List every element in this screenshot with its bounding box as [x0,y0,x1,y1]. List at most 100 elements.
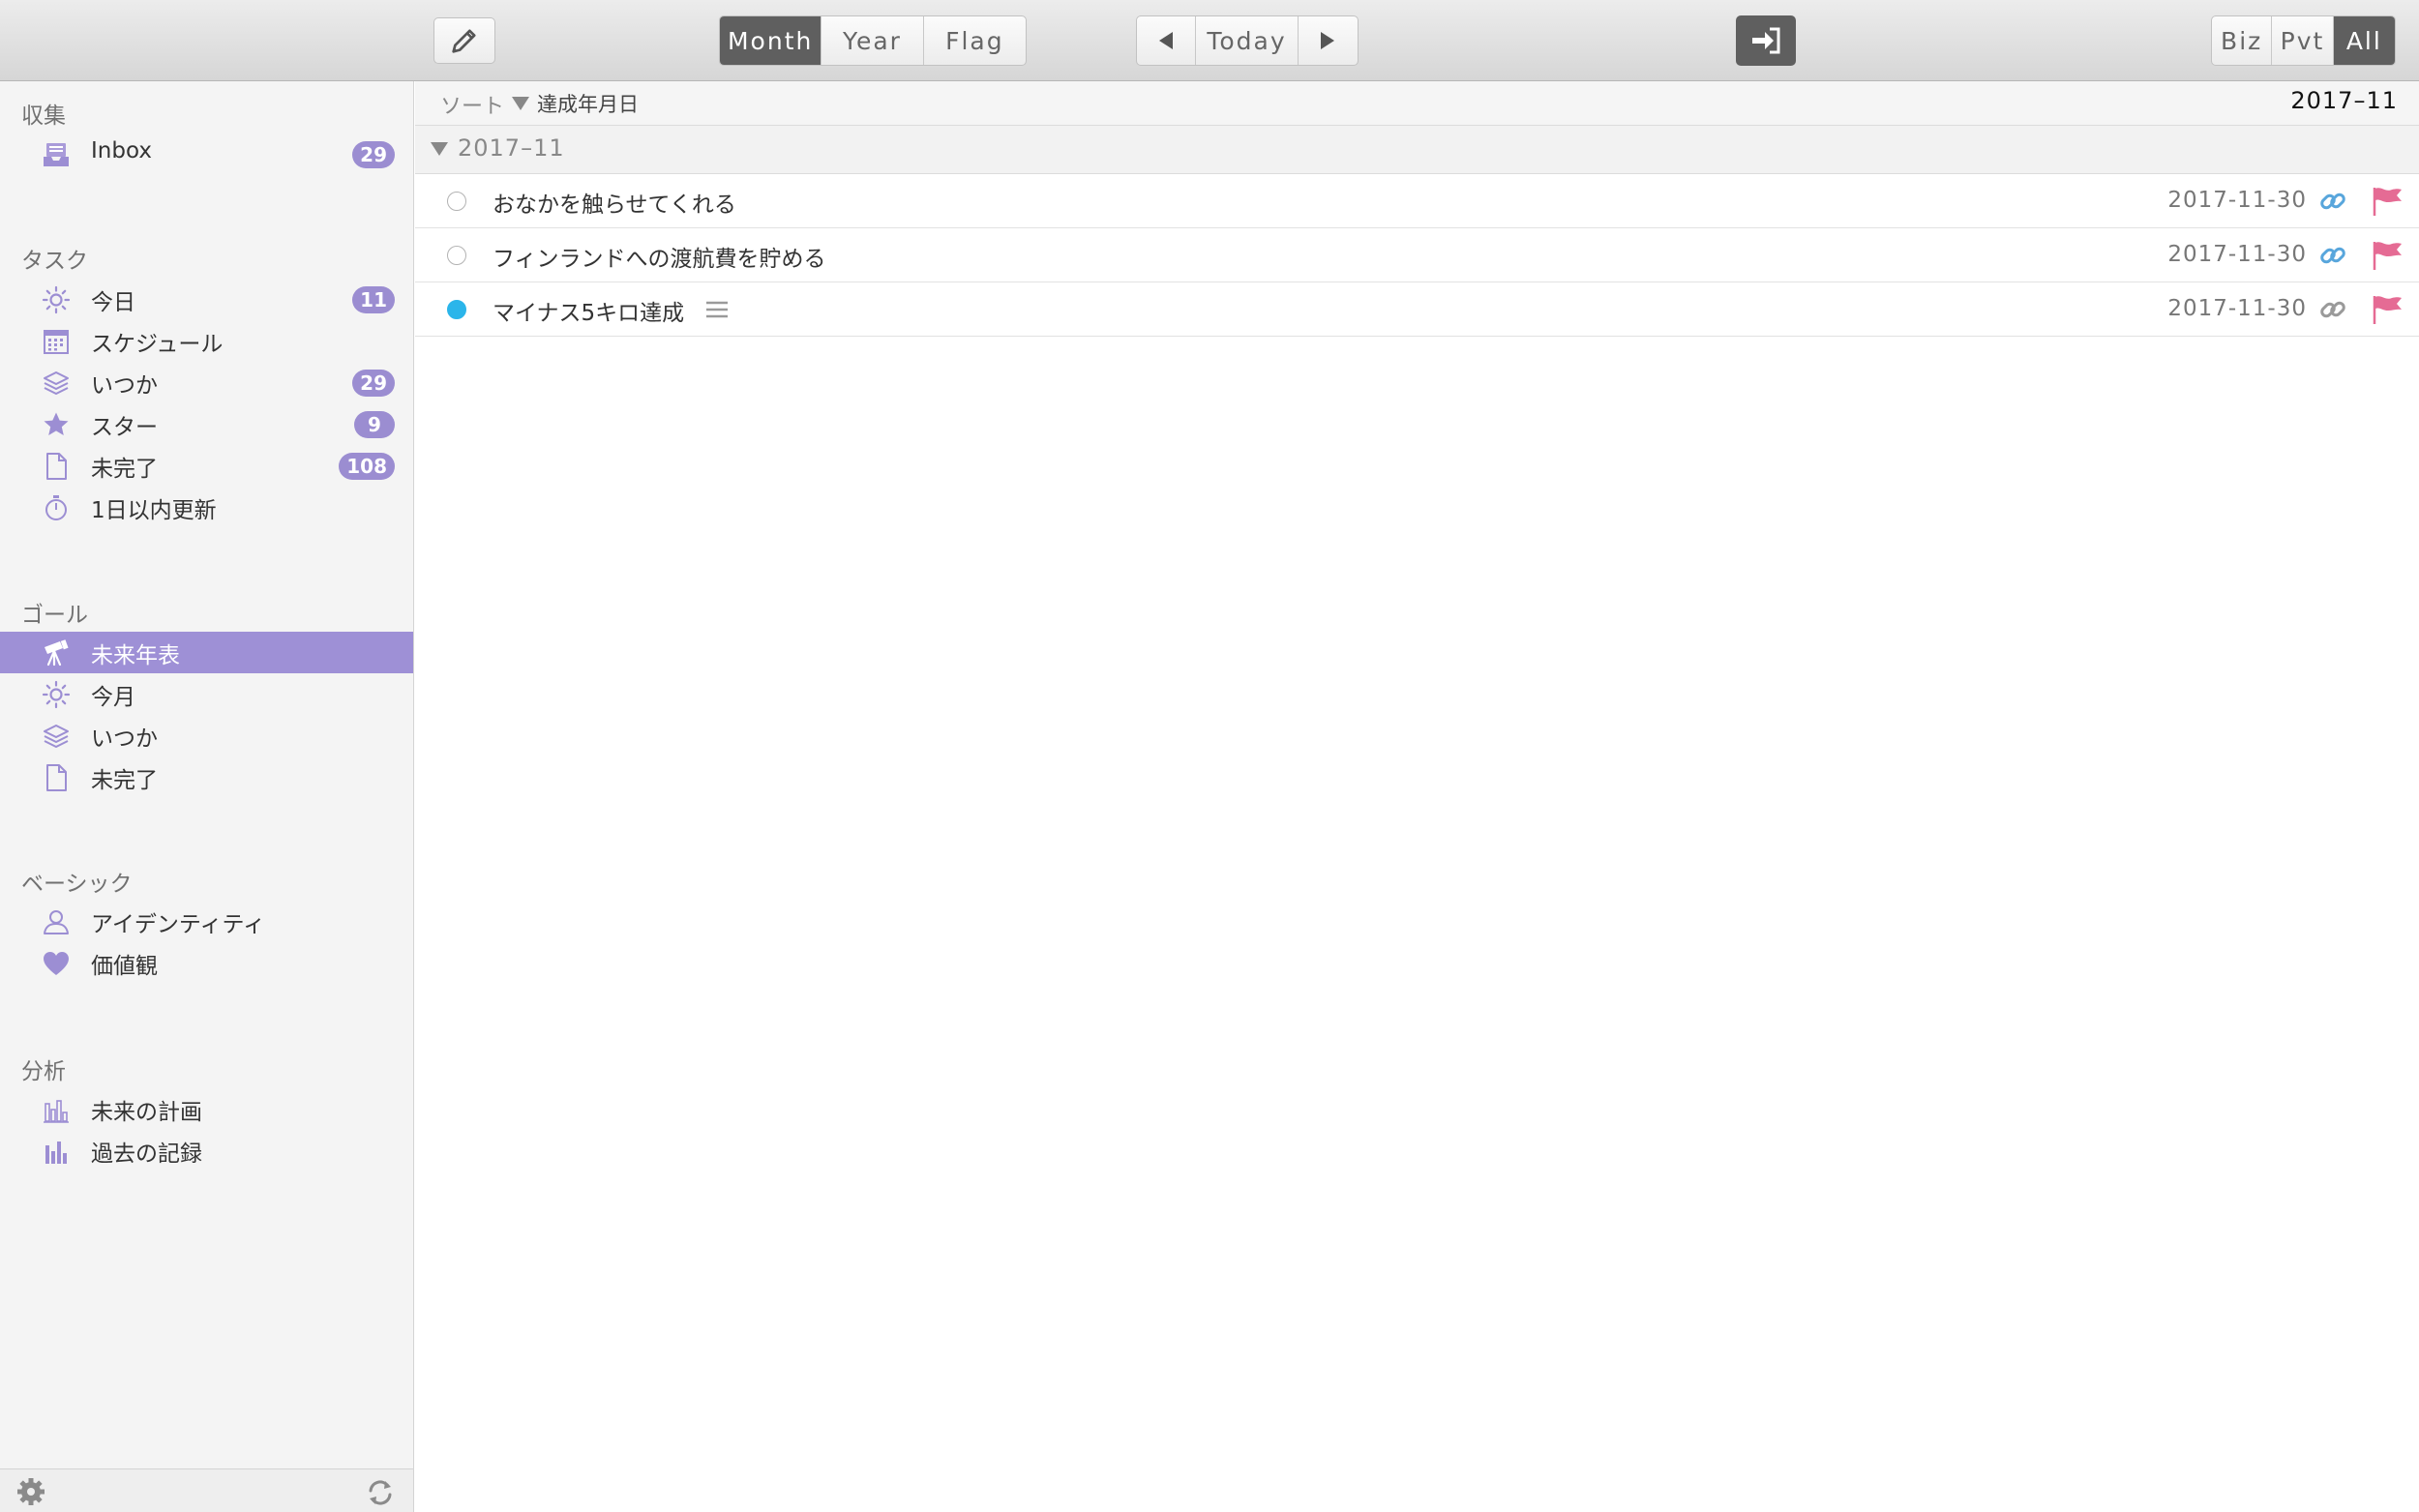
sidebar-item-task-incomplete[interactable]: 未完了 108 [0,445,413,487]
flag-icon[interactable] [2371,294,2404,325]
sidebar-item-label: 1日以内更新 [91,498,217,523]
section-title-goals: ゴール [21,603,88,628]
goal-row[interactable]: マイナス5キロ達成 2017-11-30 [415,282,2419,337]
goal-title: おなかを触らせてくれる [493,193,736,218]
compose-button[interactable] [433,17,495,64]
completion-checkbox[interactable] [447,246,466,265]
filter-pvt[interactable]: Pvt [2272,16,2334,65]
section-title-tasks: タスク [21,249,88,274]
document-icon [41,452,72,481]
sign-in-button[interactable] [1736,15,1796,66]
count-badge: 29 [352,370,395,397]
completion-checkbox[interactable] [447,300,466,319]
toolbar: Month Year Flag Today Biz Pvt All [0,0,2419,81]
link-icon[interactable] [2318,187,2347,216]
calendar-icon [41,327,72,356]
sidebar-item-identity[interactable]: アイデンティティ [0,901,413,942]
previous-button[interactable] [1137,16,1197,65]
tab-year[interactable]: Year [821,16,924,65]
sidebar-item-values[interactable]: 価値観 [0,942,413,984]
sidebar-item-task-schedule[interactable]: スケジュール [0,320,413,362]
star-icon [41,410,72,439]
goal-date: 2017-11-30 [2167,242,2307,267]
sidebar-item-task-star[interactable]: スター 9 [0,403,413,445]
sidebar-item-label: 今月 [91,685,135,710]
sync-icon[interactable] [365,1477,396,1512]
sidebar-item-task-recent[interactable]: 1日以内更新 [0,487,413,528]
sort-label: ソート [440,95,505,119]
disclosure-triangle-icon [431,142,448,156]
sidebar-item-label: Inbox [91,138,152,163]
bar-chart-icon [41,1137,72,1166]
sun-icon [41,285,72,314]
sidebar-item-label: スター [91,415,158,440]
goal-row[interactable]: おなかを触らせてくれる 2017-11-30 [415,174,2419,228]
sort-selector[interactable]: 達成年月日 [512,89,639,118]
view-mode-segmented: Month Year Flag [719,15,1027,66]
sidebar-item-label: アイデンティティ [91,912,266,937]
bar-chart-outline-icon [41,1095,72,1124]
telescope-icon [41,638,72,667]
sidebar-item-goal-this-month[interactable]: 今月 [0,673,413,715]
section-title-basic: ベーシック [21,872,133,897]
triangle-down-icon [512,97,529,110]
filter-all[interactable]: All [2333,16,2395,65]
group-label: 2017–11 [458,134,565,162]
group-header[interactable]: 2017–11 [415,126,2419,174]
sidebar-footer [0,1468,413,1512]
heart-icon [41,949,72,978]
goal-row[interactable]: フィンランドへの渡航費を貯める 2017-11-30 [415,228,2419,282]
count-badge: 29 [352,141,395,168]
flag-icon[interactable] [2371,240,2404,271]
settings-gear-icon[interactable] [15,1476,46,1511]
sidebar: 収集 Inbox 29 タスク 今日 11 スケジュール いつか 29 スター … [0,81,414,1512]
sidebar-item-label: 未完了 [91,457,158,482]
sidebar-item-task-someday[interactable]: いつか 29 [0,362,413,403]
filter-biz[interactable]: Biz [2212,16,2273,65]
goal-date: 2017-11-30 [2167,296,2307,321]
sidebar-item-goal-someday[interactable]: いつか [0,715,413,756]
count-badge: 108 [339,453,395,480]
link-icon[interactable] [2318,241,2347,270]
sidebar-item-label: いつか [91,726,158,752]
goal-title: マイナス5キロ達成 [493,301,685,326]
count-badge: 9 [354,411,395,438]
link-icon[interactable] [2318,295,2347,324]
goal-date: 2017-11-30 [2167,188,2307,213]
sign-in-icon [1752,27,1780,54]
count-badge: 11 [352,286,395,313]
tab-month[interactable]: Month [720,16,822,65]
document-icon [41,763,72,792]
sidebar-item-label: スケジュール [91,332,224,357]
next-button[interactable] [1299,16,1358,65]
date-navigation: Today [1136,15,1359,66]
triangle-left-icon [1159,32,1174,49]
triangle-right-icon [1321,32,1335,49]
sidebar-item-label: 今日 [91,290,135,315]
completion-checkbox[interactable] [447,192,466,211]
context-filter-segmented: Biz Pvt All [2211,15,2396,66]
flag-icon[interactable] [2371,186,2404,217]
sidebar-item-label: 過去の記録 [91,1141,202,1167]
sidebar-item-inbox[interactable]: Inbox 29 [0,133,413,175]
main-panel: ソート 達成年月日 2017–11 2017–11 おなかを触らせてくれる 20… [415,81,2419,1512]
sidebar-item-task-today[interactable]: 今日 11 [0,279,413,320]
section-title-analysis: 分析 [21,1059,66,1084]
sidebar-item-label: 未完了 [91,768,158,793]
sidebar-item-label: 価値観 [91,954,158,979]
layers-icon [41,722,72,751]
sidebar-item-past-record[interactable]: 過去の記録 [0,1130,413,1171]
tab-flag[interactable]: Flag [924,16,1026,65]
note-lines-icon [705,299,729,324]
layers-icon [41,369,72,398]
sidebar-item-goal-incomplete[interactable]: 未完了 [0,756,413,798]
stopwatch-icon [41,493,72,522]
sort-value: 達成年月日 [537,93,639,116]
pencil-icon [452,29,476,53]
sidebar-item-label: 未来の計画 [91,1100,202,1125]
sidebar-item-future-plan[interactable]: 未来の計画 [0,1088,413,1130]
sidebar-item-goal-timeline[interactable]: 未来年表 [0,632,413,673]
sun-icon [41,680,72,709]
inbox-icon [41,140,72,169]
today-button[interactable]: Today [1196,16,1299,65]
